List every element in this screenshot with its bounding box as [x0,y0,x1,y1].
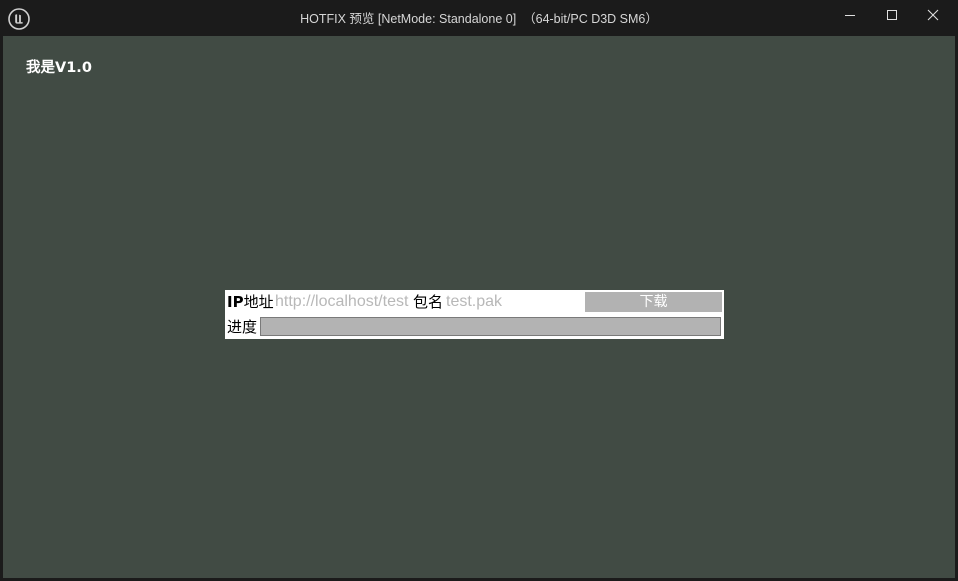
progress-bar [260,317,721,336]
ip-address-label: IP地址 [227,292,274,312]
minimize-button[interactable] [830,0,870,30]
maximize-icon [887,10,897,20]
window-title: HOTFIX 预览 [NetMode: Standalone 0] （64-bi… [300,12,658,26]
package-name-label: 包名 [413,293,444,311]
close-icon [927,9,939,21]
ip-label-bold: IP [227,293,244,311]
title-bar[interactable]: HOTFIX 预览 [NetMode: Standalone 0] （64-bi… [0,0,958,36]
game-viewport: 我是V1.0 IP地址 包名 下载 进度 [3,36,955,578]
ip-label-rest: 地址 [243,293,274,311]
package-name-input[interactable] [446,292,576,312]
maximize-button[interactable] [872,0,912,30]
minimize-icon [845,15,855,16]
version-label: 我是V1.0 [26,60,92,76]
close-button[interactable] [913,0,953,30]
ip-address-input[interactable] [275,292,413,312]
app-window: HOTFIX 预览 [NetMode: Standalone 0] （64-bi… [0,0,958,581]
download-button[interactable]: 下载 [585,292,722,312]
hotfix-download-panel: IP地址 包名 下载 进度 [225,290,724,339]
progress-label: 进度 [227,318,258,336]
